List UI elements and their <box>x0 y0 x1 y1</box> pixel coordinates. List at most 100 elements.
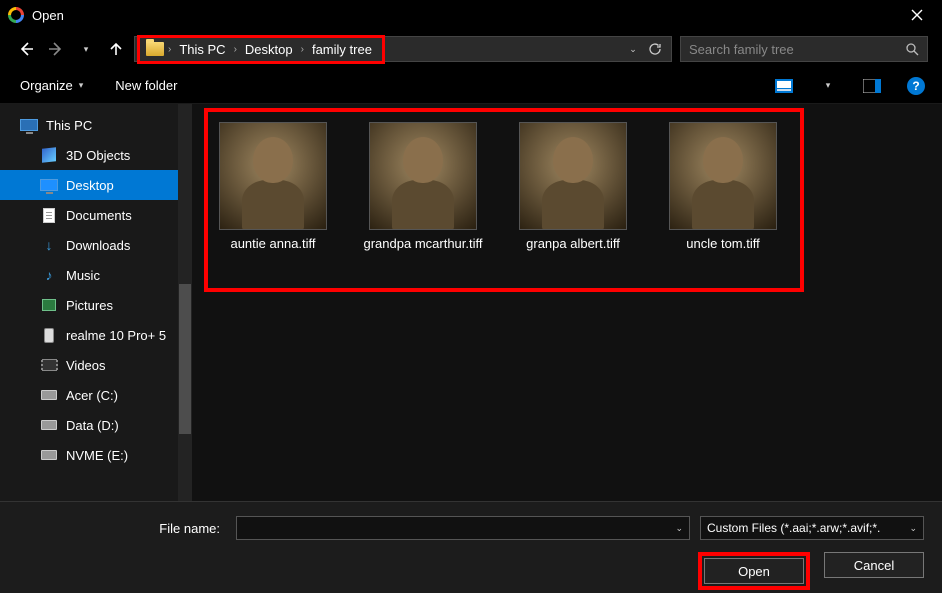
breadcrumb-family-tree[interactable]: family tree <box>308 40 376 59</box>
chevron-down-icon: ▾ <box>79 80 84 91</box>
sidebar-item-label: Data (D:) <box>66 418 119 433</box>
file-item[interactable]: uncle tom.tiff <box>660 122 786 252</box>
sidebar-item-label: Videos <box>66 358 106 373</box>
chevron-down-icon[interactable]: ⌄ <box>675 523 683 534</box>
sidebar-item-label: Downloads <box>66 238 130 253</box>
view-mode-button[interactable] <box>772 74 796 98</box>
arrow-right-icon <box>47 40 65 58</box>
sidebar-this-pc[interactable]: This PC <box>0 110 192 140</box>
recent-dropdown[interactable]: ▾ <box>74 37 98 61</box>
scrollbar-thumb[interactable] <box>179 284 191 434</box>
sidebar-item-label: Pictures <box>66 298 113 313</box>
sidebar-item-phone[interactable]: realme 10 Pro+ 5 <box>0 320 192 350</box>
file-item[interactable]: auntie anna.tiff <box>210 122 336 252</box>
thumbnail <box>219 122 327 230</box>
video-icon <box>40 357 58 373</box>
file-item[interactable]: granpa albert.tiff <box>510 122 636 252</box>
arrow-left-icon <box>17 40 35 58</box>
document-icon <box>40 207 58 223</box>
organize-button[interactable]: Organize ▾ <box>14 74 89 97</box>
chevron-down-icon: ⌄ <box>909 523 917 534</box>
search-input[interactable]: Search family tree <box>680 36 928 62</box>
sidebar-item-downloads[interactable]: ↓ Downloads <box>0 230 192 260</box>
sidebar-item-label: Music <box>66 268 100 283</box>
sidebar-item-3d-objects[interactable]: 3D Objects <box>0 140 192 170</box>
pictures-icon <box>40 297 58 313</box>
filename-row: File name: ⌄ Custom Files (*.aai;*.arw;*… <box>18 516 924 540</box>
phone-icon <box>40 327 58 343</box>
chevron-right-icon: › <box>234 44 237 55</box>
chevron-right-icon: › <box>168 44 171 55</box>
breadcrumb-highlight: › This PC › Desktop › family tree <box>137 35 385 64</box>
sidebar-item-pictures[interactable]: Pictures <box>0 290 192 320</box>
filetype-select[interactable]: Custom Files (*.aai;*.arw;*.avif;*. ⌄ <box>700 516 924 540</box>
open-button[interactable]: Open <box>704 558 804 584</box>
close-button[interactable] <box>894 0 940 30</box>
refresh-icon <box>648 42 662 56</box>
button-row: Open Cancel <box>18 552 924 590</box>
sidebar-item-documents[interactable]: Documents <box>0 200 192 230</box>
cancel-label: Cancel <box>854 558 894 573</box>
body-split: This PC 3D Objects Desktop Documents ↓ D… <box>0 104 942 501</box>
file-item[interactable]: grandpa mcarthur.tiff <box>360 122 486 252</box>
sidebar-item-videos[interactable]: Videos <box>0 350 192 380</box>
picture-view-icon <box>775 79 793 93</box>
filetype-value: Custom Files (*.aai;*.arw;*.avif;*. <box>707 521 880 535</box>
view-dropdown[interactable]: ▾ <box>816 74 840 98</box>
new-folder-button[interactable]: New folder <box>109 74 183 97</box>
open-label: Open <box>738 564 770 579</box>
file-grid: auntie anna.tiff grandpa mcarthur.tiff g… <box>210 122 786 252</box>
download-icon: ↓ <box>40 237 58 253</box>
sidebar-item-label: realme 10 Pro+ 5 <box>66 328 166 343</box>
refresh-button[interactable] <box>645 39 665 59</box>
breadcrumb-desktop[interactable]: Desktop <box>241 40 297 59</box>
file-name: auntie anna.tiff <box>230 236 315 252</box>
footer: File name: ⌄ Custom Files (*.aai;*.arw;*… <box>0 501 942 593</box>
filename-label: File name: <box>18 521 226 536</box>
search-icon <box>905 42 919 56</box>
cube-icon <box>40 147 58 163</box>
address-bar[interactable]: › This PC › Desktop › family tree ⌄ <box>134 36 672 62</box>
window-title: Open <box>32 8 894 23</box>
address-dropdown[interactable]: ⌄ <box>623 39 643 59</box>
thumbnail <box>669 122 777 230</box>
forward-button[interactable] <box>44 37 68 61</box>
thumbnail <box>369 122 477 230</box>
sidebar-item-drive-d[interactable]: Data (D:) <box>0 410 192 440</box>
sidebar-item-drive-e[interactable]: NVME (E:) <box>0 440 192 470</box>
pc-icon <box>20 117 38 133</box>
drive-icon <box>40 417 58 433</box>
sidebar: This PC 3D Objects Desktop Documents ↓ D… <box>0 104 192 501</box>
filename-input[interactable]: ⌄ <box>236 516 690 540</box>
back-button[interactable] <box>14 37 38 61</box>
sidebar-item-label: Acer (C:) <box>66 388 118 403</box>
sidebar-item-drive-c[interactable]: Acer (C:) <box>0 380 192 410</box>
breadcrumb-this-pc[interactable]: This PC <box>175 40 229 59</box>
cancel-button[interactable]: Cancel <box>824 552 924 578</box>
thumbnail <box>519 122 627 230</box>
address-right-controls: ⌄ <box>623 39 665 59</box>
address-wrap: › This PC › Desktop › family tree ⌄ Sear… <box>134 36 928 62</box>
sidebar-scrollbar[interactable] <box>178 104 192 501</box>
chevron-down-icon: ⌄ <box>629 44 637 55</box>
organize-label: Organize <box>20 78 73 93</box>
open-highlight: Open <box>698 552 810 590</box>
new-folder-label: New folder <box>115 78 177 93</box>
preview-pane-button[interactable] <box>860 74 884 98</box>
chevron-down-icon: ▾ <box>826 80 831 91</box>
music-icon: ♪ <box>40 267 58 283</box>
drive-icon <box>40 387 58 403</box>
sidebar-item-music[interactable]: ♪ Music <box>0 260 192 290</box>
sidebar-item-label: This PC <box>46 118 92 133</box>
sidebar-item-desktop[interactable]: Desktop <box>0 170 192 200</box>
close-icon <box>911 9 923 21</box>
up-button[interactable] <box>104 37 128 61</box>
file-pane[interactable]: auntie anna.tiff grandpa mcarthur.tiff g… <box>192 104 942 501</box>
sidebar-item-label: NVME (E:) <box>66 448 128 463</box>
chrome-icon <box>8 7 24 23</box>
arrow-up-icon <box>108 41 124 57</box>
help-button[interactable]: ? <box>904 74 928 98</box>
file-name: uncle tom.tiff <box>686 236 759 252</box>
sidebar-item-label: Documents <box>66 208 132 223</box>
file-name: granpa albert.tiff <box>526 236 620 252</box>
